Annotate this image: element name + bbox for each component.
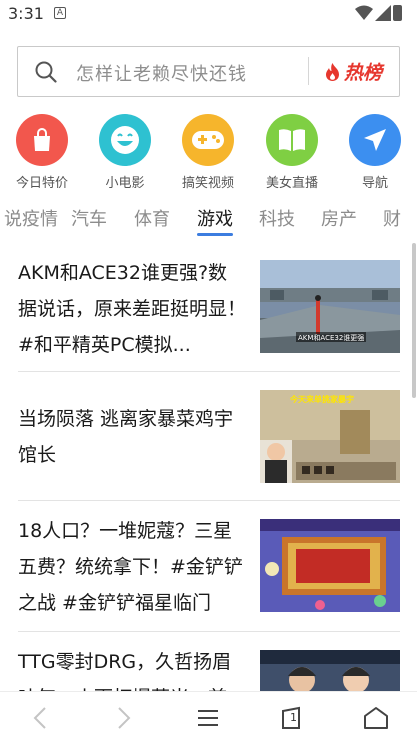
hot-list-button[interactable]: 热榜 <box>324 58 382 85</box>
notification-icon: A <box>54 7 66 19</box>
tab-sports[interactable]: 体育 <box>134 205 170 231</box>
thumbnail-caption: 今天来单挑家暴宇 <box>290 395 354 404</box>
quick-link-label: 今日特价 <box>15 176 68 191</box>
article-title[interactable]: 当场陨落 逃离家暴菜鸡宇馆长 <box>18 401 246 473</box>
search-placeholder[interactable]: 怎样让老赖尽快还钱 <box>76 60 247 86</box>
article-card[interactable]: AKM和ACE32谁更强?数据说话，原来差距挺明显！ #和平精英PC模拟... … <box>0 243 417 371</box>
quick-link-label: 美女直播 <box>265 176 318 191</box>
battery-icon <box>393 5 402 21</box>
flame-icon <box>326 62 339 81</box>
article-title[interactable]: AKM和ACE32谁更强?数据说话，原来差距挺明显！ #和平精英PC模拟... <box>18 255 246 363</box>
quick-links: 今日特价 小电影 搞笑视频 美女直播 导航 <box>0 114 417 194</box>
thumbnail-caption: AKM和ACE32谁更强 <box>298 334 365 342</box>
tab-epidemic[interactable]: 说疫情 <box>4 205 58 231</box>
quick-link-funny-videos[interactable]: 搞笑视频 <box>168 114 248 191</box>
category-tabs: 说疫情 汽车 体育 游戏 科技 房产 财 <box>0 200 417 238</box>
gamepad-icon <box>182 114 234 166</box>
forward-button[interactable] <box>104 702 144 734</box>
article-title[interactable]: TTG零封DRG，久哲扬眉吐气，小雨打爆菲米，首... <box>18 644 246 691</box>
scrollbar[interactable] <box>412 243 416 398</box>
tab-auto[interactable]: 汽车 <box>71 205 107 231</box>
navigation-icon <box>349 114 401 166</box>
book-icon <box>266 114 318 166</box>
home-button[interactable] <box>356 702 396 734</box>
chevron-left-icon <box>33 707 46 729</box>
news-feed: AKM和ACE32谁更强?数据说话，原来差距挺明显！ #和平精英PC模拟... … <box>0 243 417 691</box>
search-divider <box>308 57 309 85</box>
tab-games[interactable]: 游戏 <box>197 205 233 231</box>
signal-icon <box>375 5 391 21</box>
quick-link-movies[interactable]: 小电影 <box>85 114 165 191</box>
article-card[interactable]: 当场陨落 逃离家暴菜鸡宇馆长 今天来单挑家暴宇 <box>0 372 417 500</box>
quick-link-live[interactable]: 美女直播 <box>252 114 332 191</box>
tab-tech[interactable]: 科技 <box>259 205 295 231</box>
status-bar: 3:31 A <box>0 0 417 30</box>
menu-button[interactable] <box>188 702 228 734</box>
article-card[interactable]: TTG零封DRG，久哲扬眉吐气，小雨打爆菲米，首... <box>0 632 417 691</box>
article-title[interactable]: 18人口？一堆妮蔻？三星五费？统统拿下！#金铲铲之战 #金铲铲福星临门 <box>18 513 246 621</box>
smiley-icon <box>99 114 151 166</box>
menu-icon <box>198 710 218 726</box>
chevron-right-icon <box>118 707 131 729</box>
article-thumbnail[interactable]: 今天来单挑家暴宇 <box>260 390 400 483</box>
shopping-bag-icon <box>16 114 68 166</box>
hot-list-label: 热榜 <box>344 62 383 84</box>
wifi-icon <box>355 5 373 20</box>
tab-realestate[interactable]: 房产 <box>321 205 357 231</box>
home-icon <box>364 707 388 729</box>
quick-link-deals[interactable]: 今日特价 <box>2 114 82 191</box>
article-thumbnail[interactable]: AKM和ACE32谁更强 <box>260 260 400 353</box>
article-thumbnail[interactable] <box>260 650 400 691</box>
quick-link-label: 导航 <box>361 176 388 191</box>
article-card[interactable]: 18人口？一堆妮蔻？三星五费？统统拿下！#金铲铲之战 #金铲铲福星临门 <box>0 501 417 631</box>
bottom-navigation: 1 <box>0 691 417 743</box>
active-tab-indicator <box>197 233 233 236</box>
tab-finance[interactable]: 财 <box>383 205 401 231</box>
quick-link-label: 小电影 <box>105 176 145 191</box>
tabs-count: 1 <box>290 711 297 724</box>
search-icon <box>35 61 57 83</box>
back-button[interactable] <box>20 702 60 734</box>
search-bar[interactable]: 怎样让老赖尽快还钱 热榜 <box>17 46 400 97</box>
quick-link-navigation[interactable]: 导航 <box>335 114 415 191</box>
tabs-button[interactable]: 1 <box>272 702 312 734</box>
quick-link-label: 搞笑视频 <box>181 176 234 191</box>
status-time: 3:31 <box>8 4 44 23</box>
article-thumbnail[interactable] <box>260 519 400 612</box>
